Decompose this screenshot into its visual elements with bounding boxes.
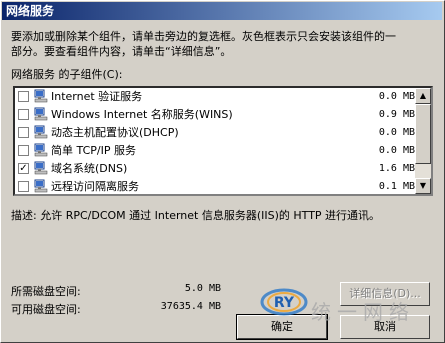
component-name: 域名系统(DNS): [51, 162, 128, 175]
component-name: 简单 TCP/IP 服务: [51, 144, 136, 157]
available-disk-value: 37635.4 MB: [160, 301, 221, 312]
component-size: 1.6 MB: [378, 163, 415, 174]
components-listbox[interactable]: Internet 验证服务 0.0 MB Windows Internet 名称服务…: [13, 86, 433, 196]
dialog-window: 网络服务 要添加或删除某个组件，请单击旁边的复选框。灰色框表示只会安装该组件的一…: [0, 0, 445, 343]
vertical-scrollbar[interactable]: ▲ ▼: [415, 88, 431, 194]
instructions-line-2: 部分。要查看组件内容，请单击“详细信息”。: [11, 45, 232, 58]
watermark-logo-text: RY: [274, 295, 295, 311]
description: 描述: 允许 RPC/DCOM 通过 Internet 信息服务器(IIS)的 …: [11, 208, 431, 223]
description-text: 允许 RPC/DCOM 通过 Internet 信息服务器(IIS)的 HTTP…: [40, 209, 381, 222]
component-checkbox[interactable]: [18, 145, 29, 156]
component-row[interactable]: 简单 TCP/IP 服务 0.0 MB: [15, 142, 415, 160]
network-component-icon: [34, 161, 48, 175]
network-component-icon: [34, 89, 48, 103]
component-checkbox[interactable]: [18, 127, 29, 138]
component-row[interactable]: Windows Internet 名称服务(WINS) 0.9 MB: [15, 106, 415, 124]
scroll-down-arrow-icon[interactable]: ▼: [415, 178, 431, 194]
component-size: 0.0 MB: [378, 91, 415, 102]
component-checkbox[interactable]: [18, 91, 29, 102]
required-disk-label: 所需磁盘空间:: [11, 285, 81, 298]
watermark-logo-icon: RY: [259, 282, 309, 322]
component-checkbox[interactable]: [18, 181, 29, 192]
component-size: 0.0 MB: [378, 145, 415, 156]
instructions-line-1: 要添加或删除某个组件，请单击旁边的复选框。灰色框表示只会安装该组件的一: [11, 30, 396, 43]
component-checkbox[interactable]: [18, 109, 29, 120]
available-disk-label: 可用磁盘空间:: [11, 303, 81, 316]
description-label: 描述:: [11, 209, 37, 222]
component-row[interactable]: ✓ 域名系统(DNS) 1.6 MB: [15, 160, 415, 178]
required-disk-value: 5.0 MB: [184, 283, 221, 294]
window-title: 网络服务: [2, 2, 442, 20]
component-size: 0.1 MB: [378, 181, 415, 192]
component-name: Internet 验证服务: [51, 90, 143, 103]
subcomponents-label: 网络服务 的子组件(C):: [11, 68, 123, 81]
component-size: 0.9 MB: [378, 109, 415, 120]
component-name: 动态主机配置协议(DHCP): [51, 126, 179, 139]
watermark-text: 统一网络: [311, 300, 415, 324]
component-size: 0.0 MB: [378, 127, 415, 138]
network-component-icon: [34, 179, 48, 193]
component-row[interactable]: 远程访问隔离服务 0.1 MB: [15, 178, 415, 194]
network-component-icon: [34, 125, 48, 139]
component-name: Windows Internet 名称服务(WINS): [51, 108, 233, 121]
component-row[interactable]: 动态主机配置协议(DHCP) 0.0 MB: [15, 124, 415, 142]
component-checkbox[interactable]: ✓: [18, 163, 29, 174]
scroll-up-arrow-icon[interactable]: ▲: [415, 88, 431, 104]
component-name: 远程访问隔离服务: [51, 180, 139, 193]
network-component-icon: [34, 107, 48, 121]
instructions-text: 要添加或删除某个组件，请单击旁边的复选框。灰色框表示只会安装该组件的一 部分。要…: [11, 29, 431, 59]
network-component-icon: [34, 143, 48, 157]
scroll-thumb[interactable]: [415, 104, 431, 164]
component-row[interactable]: Internet 验证服务 0.0 MB: [15, 88, 415, 106]
